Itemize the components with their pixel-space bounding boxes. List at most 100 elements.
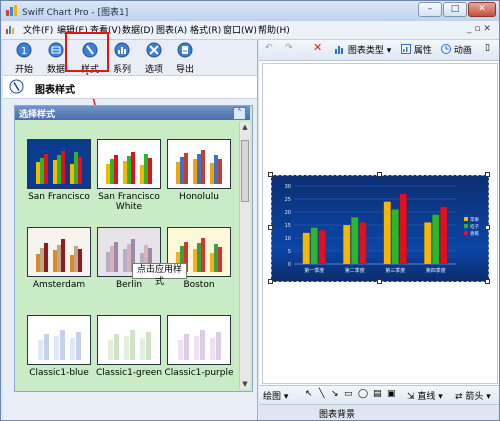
bar [351, 217, 359, 265]
gallery-header: 选择样式 ˄ [15, 106, 250, 120]
x-tick-label: 第四季度 [426, 267, 446, 274]
style-thumb-sanfrancisco-white[interactable] [97, 139, 161, 189]
y-tick-label: 10 [285, 236, 291, 242]
mdi-window-controls[interactable]: _ ▫ ✕ [467, 24, 491, 34]
chart-thumbnail [28, 228, 90, 276]
start-label: 开始 [14, 65, 33, 75]
x-tick-label: 第一季度 [304, 267, 324, 274]
resize-handle[interactable] [485, 279, 490, 284]
arrow-style-button[interactable]: ⇄ 箭头 ▾ [455, 389, 491, 402]
pointer-icon[interactable]: ↖ [305, 389, 313, 399]
line-style-button[interactable]: ⇲ 直线 ▾ [407, 389, 443, 402]
delete-icon[interactable]: ✕ [313, 41, 322, 54]
close-button[interactable]: ✕ [468, 2, 496, 17]
style-name: Amsterdam [32, 280, 86, 290]
x-tick-label: 第三季度 [385, 267, 405, 274]
scroll-thumb[interactable] [241, 140, 249, 202]
style-thumb-sanfrancisco[interactable] [27, 139, 91, 189]
menu-chart[interactable]: 图表(A) [156, 23, 187, 36]
draw-label: 绘图 [263, 392, 282, 402]
bar [432, 214, 440, 265]
style-thumb-honolulu[interactable] [167, 139, 231, 189]
drawing-toolbar: 绘图 ▾ ↖ ╲ ↘ ▭ ◯ ▤ ▣ ⇲ 直线 ▾ ⇄ 箭头 ▾ [259, 385, 499, 405]
style-thumb-classic1-purple[interactable] [167, 315, 231, 365]
y-tick-label: 20 [285, 210, 291, 216]
chart-canvas[interactable]: 0 5 10 15 20 25 30 第一季度 第二季度 第三季度 第四季度 苹果 桔子 香蕉 [262, 63, 498, 384]
style-name: Classic1-blue [29, 368, 89, 378]
resize-handle[interactable] [377, 279, 382, 284]
redo-icon[interactable]: ↷ [285, 43, 293, 53]
bar [399, 193, 407, 265]
style-thumb-classic1-green[interactable] [97, 315, 161, 365]
line-tool-icon[interactable]: ╲ [319, 389, 324, 399]
ellipse-tool-icon[interactable]: ◯ [358, 389, 368, 399]
menu-file[interactable]: 文件(F) [23, 23, 53, 36]
bar [302, 232, 310, 265]
undo-icon[interactable]: ↶ [265, 43, 273, 53]
minimize-button[interactable]: – [418, 2, 442, 17]
start-button[interactable]: 1 开始 [9, 42, 39, 75]
chart-thumbnail [28, 140, 90, 188]
resize-handle[interactable] [268, 172, 273, 177]
scroll-up-icon[interactable]: ▲ [240, 122, 250, 132]
menu-window[interactable]: 窗口(W) [223, 23, 257, 36]
series-button[interactable]: 系列 [107, 42, 137, 75]
window-title: Swiff Chart Pro - [图表1] [22, 8, 129, 18]
resize-handle[interactable] [268, 279, 273, 284]
menu-help[interactable]: 帮助(H) [258, 23, 290, 36]
export-button[interactable]: 导出 [170, 42, 200, 75]
style-highlight-box [65, 32, 109, 72]
options-button[interactable]: 选项 [139, 42, 169, 75]
collapse-icon[interactable]: ˄ [233, 107, 246, 120]
svg-text:1: 1 [21, 46, 27, 57]
page-icon[interactable]: ▯ [485, 43, 490, 53]
bar [424, 222, 432, 265]
draw-menu-button[interactable]: 绘图 ▾ [263, 389, 288, 402]
y-tick-label: 15 [285, 223, 291, 229]
bar [310, 227, 318, 265]
chart-type-label: 图表类型 [347, 46, 384, 56]
image-tool-icon[interactable]: ▣ [387, 389, 396, 399]
style-thumb-amsterdam[interactable] [27, 227, 91, 277]
app-icon [6, 5, 17, 16]
export-label: 导出 [175, 65, 194, 75]
style-name: San Francisco [28, 192, 90, 202]
panel-header: 图表样式 [3, 75, 257, 99]
gallery-scrollbar[interactable]: ▲ ▼ [239, 122, 250, 389]
bar-chart: 0 5 10 15 20 25 30 第一季度 第二季度 第三季度 第四季度 苹果桔子香蕉 [285, 184, 480, 274]
animation-label: 动画 [453, 46, 472, 56]
rectangle-tool-icon[interactable]: ▭ [344, 389, 353, 399]
panel-title: 图表样式 [35, 85, 75, 96]
resize-handle[interactable] [268, 225, 273, 230]
bar [343, 224, 351, 265]
style-thumb-classic1-blue[interactable] [27, 315, 91, 365]
chart-thumbnail [28, 316, 90, 364]
scroll-down-icon[interactable]: ▼ [240, 379, 250, 389]
line-label: 直线 [417, 392, 436, 402]
animation-icon [441, 44, 451, 54]
properties-button[interactable]: 属性 [401, 43, 432, 56]
document-icon[interactable] [5, 24, 16, 35]
animation-button[interactable]: 动画 [441, 43, 472, 56]
menu-data[interactable]: 数据(D) [122, 23, 154, 36]
chart-thumbnail [168, 140, 230, 188]
bar-chart-icon [335, 46, 343, 54]
resize-handle[interactable] [485, 172, 490, 177]
app-window: Swiff Chart Pro - [图表1] – □ ✕ 文件(F) 编辑(E… [0, 0, 500, 421]
tools-icon [146, 42, 162, 58]
style-name: San Francisco White [98, 192, 160, 212]
arrow-tool-icon[interactable]: ↘ [331, 389, 339, 399]
bar [440, 206, 448, 265]
start-icon: 1 [16, 42, 32, 58]
chart-area[interactable]: 0 5 10 15 20 25 30 第一季度 第二季度 第三季度 第四季度 苹果 桔子 香蕉 [271, 175, 489, 282]
chart-type-button[interactable]: 图表类型 ▾ [335, 43, 391, 56]
menu-format[interactable]: 格式(R) [190, 23, 221, 36]
resize-handle[interactable] [377, 172, 382, 177]
arrow-label: 箭头 [465, 392, 484, 402]
table-icon [48, 42, 64, 58]
series-icon [114, 42, 130, 58]
textbox-tool-icon[interactable]: ▤ [373, 389, 382, 399]
resize-handle[interactable] [485, 225, 490, 230]
style-name: Boston [183, 280, 215, 290]
maximize-button[interactable]: □ [443, 2, 467, 17]
